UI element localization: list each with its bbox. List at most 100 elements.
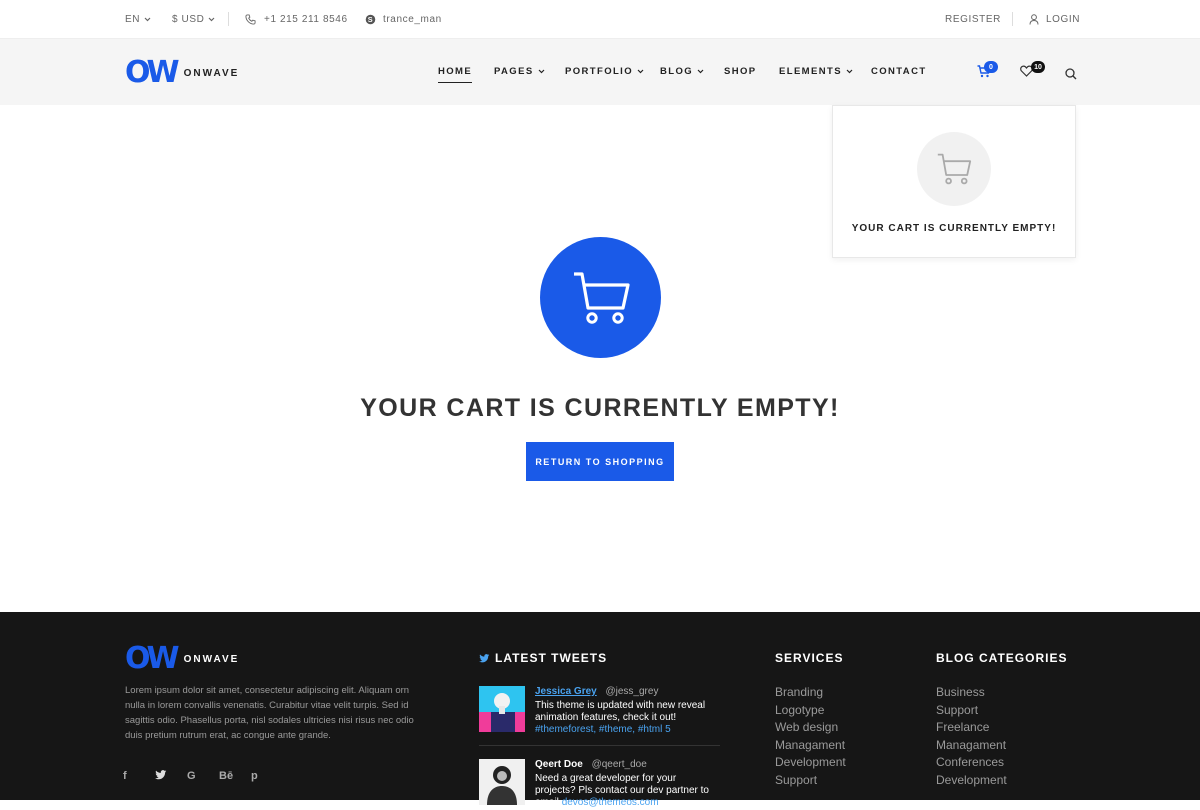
tweet-text: Need a great developer for your projects… (535, 773, 715, 809)
twitter-icon[interactable] (155, 770, 187, 783)
phone-link[interactable]: +1 215 211 8546 (245, 0, 348, 38)
logo-mark: OW (125, 641, 180, 676)
latest-tweets-heading: LATEST TWEETS (479, 651, 607, 665)
behance-icon[interactable]: Bē (219, 770, 251, 783)
tweet-text: This theme is updated with new reveal an… (535, 700, 715, 736)
services-list: Branding Logotype Web design Managament … (775, 684, 846, 789)
tweet-meta: Jessica Grey @jess_grey (535, 686, 658, 697)
tweet-email-link[interactable]: devos@themeos.com (562, 797, 659, 808)
blog-categories-heading: BLOG CATEGORIES (936, 651, 1068, 665)
chevron-down-icon (846, 69, 853, 74)
return-to-shopping-button[interactable]: RETURN TO SHOPPING (526, 442, 674, 481)
twitter-icon (479, 653, 490, 663)
top-bar: EN $ USD +1 215 211 8546 S trance_man RE… (0, 0, 1200, 39)
services-link[interactable]: Development (775, 754, 846, 772)
nav-contact-label: CONTACT (871, 66, 927, 77)
tweet-body: This theme is updated with new reveal an… (535, 700, 706, 723)
cart-button[interactable]: 0 (977, 61, 998, 78)
services-link[interactable]: Branding (775, 684, 846, 702)
topbar-divider (1012, 12, 1013, 26)
footer-about-text: Lorem ipsum dolor sit amet, consectetur … (125, 685, 414, 741)
services-link[interactable]: Logotype (775, 702, 846, 720)
phone-number: +1 215 211 8546 (264, 13, 348, 25)
register-label: REGISTER (945, 13, 1001, 25)
site-footer: OW ONWAVE Lorem ipsum dolor sit amet, co… (0, 612, 1200, 808)
skype-link[interactable]: S trance_man (365, 0, 442, 38)
tweet-handle: @jess_grey (605, 686, 659, 697)
logo-wordmark: ONWAVE (183, 653, 240, 665)
wishlist-button[interactable]: 10 (1020, 61, 1045, 77)
blog-category-link[interactable]: Development (936, 772, 1007, 790)
pinterest-icon[interactable]: p (251, 770, 283, 783)
nav-blog[interactable]: BLOG (660, 66, 704, 77)
site-logo[interactable]: OW ONWAVE (125, 58, 239, 88)
topbar-divider (228, 12, 229, 26)
nav-portfolio-label: PORTFOLIO (565, 66, 634, 77)
phone-icon (245, 13, 256, 25)
nav-shop-label: SHOP (724, 66, 757, 77)
blog-categories-list: Business Support Freelance Managament Co… (936, 684, 1007, 789)
nav-elements-label: ELEMENTS (779, 66, 842, 77)
services-link[interactable]: Web design (775, 719, 846, 737)
tweet-avatar (479, 759, 525, 805)
chevron-down-icon (538, 69, 545, 74)
main-header: OW ONWAVE HOME PAGES PORTFOLIO BLOG SHOP… (0, 39, 1200, 105)
services-heading: SERVICES (775, 651, 844, 665)
language-label: EN (125, 13, 141, 25)
nav-home-label: HOME (438, 66, 473, 77)
blog-category-link[interactable]: Support (936, 702, 1007, 720)
footer-logo[interactable]: OW ONWAVE (125, 644, 239, 674)
svg-text:S: S (368, 15, 373, 24)
tweet-avatar (479, 686, 525, 732)
nav-portfolio[interactable]: PORTFOLIO (565, 66, 644, 77)
chevron-down-icon (208, 17, 215, 22)
mini-cart-illustration (917, 132, 991, 206)
wishlist-count-badge: 10 (1031, 61, 1045, 73)
cart-icon (571, 268, 631, 328)
latest-tweets-label: LATEST TWEETS (495, 651, 608, 665)
empty-cart-heading: YOUR CART IS CURRENTLY EMPTY! (360, 394, 840, 422)
login-link[interactable]: LOGIN (1029, 0, 1080, 38)
skype-name: trance_man (383, 13, 442, 25)
social-links: f G Bē p (123, 770, 283, 783)
blog-category-link[interactable]: Managament (936, 737, 1007, 755)
tweet-meta: Qeert Doe @qeert_doe (535, 759, 647, 770)
facebook-icon[interactable]: f (123, 770, 155, 783)
services-link[interactable]: Support (775, 772, 846, 790)
skype-icon: S (365, 14, 376, 25)
tweet-author-link[interactable]: Jessica Grey (535, 686, 597, 697)
nav-contact[interactable]: CONTACT (871, 66, 927, 77)
login-label: LOGIN (1046, 13, 1081, 25)
nav-blog-label: BLOG (660, 66, 694, 77)
language-selector[interactable]: EN (125, 0, 151, 38)
mini-cart-empty-text: YOUR CART IS CURRENTLY EMPTY! (851, 223, 1057, 234)
search-icon (1065, 68, 1077, 80)
blog-category-link[interactable]: Conferences (936, 754, 1007, 772)
cart-count-badge: 0 (984, 61, 998, 73)
tweet-hashtags[interactable]: #themeforest, #theme, #html 5 (535, 724, 671, 735)
google-icon[interactable]: G (187, 770, 219, 783)
services-link[interactable]: Managament (775, 737, 846, 755)
tweet-divider (479, 745, 720, 746)
cart-icon (936, 151, 972, 187)
nav-pages-label: PAGES (494, 66, 534, 77)
logo-mark: OW (125, 55, 180, 90)
logo-wordmark: ONWAVE (183, 67, 240, 79)
chevron-down-icon (144, 17, 151, 22)
blog-category-link[interactable]: Business (936, 684, 1007, 702)
nav-shop[interactable]: SHOP (724, 66, 757, 77)
chevron-down-icon (637, 69, 644, 74)
blog-category-link[interactable]: Freelance (936, 719, 1007, 737)
nav-pages[interactable]: PAGES (494, 66, 545, 77)
currency-label: $ USD (172, 13, 205, 25)
search-button[interactable] (1065, 68, 1077, 80)
register-link[interactable]: REGISTER (945, 0, 1001, 38)
nav-elements[interactable]: ELEMENTS (779, 66, 853, 77)
tweet-handle: @qeert_doe (591, 759, 647, 770)
nav-home[interactable]: HOME (438, 66, 473, 83)
tweet-author-link[interactable]: Qeert Doe (535, 759, 583, 770)
user-icon (1029, 13, 1039, 25)
currency-selector[interactable]: $ USD (172, 0, 215, 38)
empty-cart-illustration (540, 237, 661, 358)
mini-cart-dropdown: YOUR CART IS CURRENTLY EMPTY! (832, 105, 1076, 258)
